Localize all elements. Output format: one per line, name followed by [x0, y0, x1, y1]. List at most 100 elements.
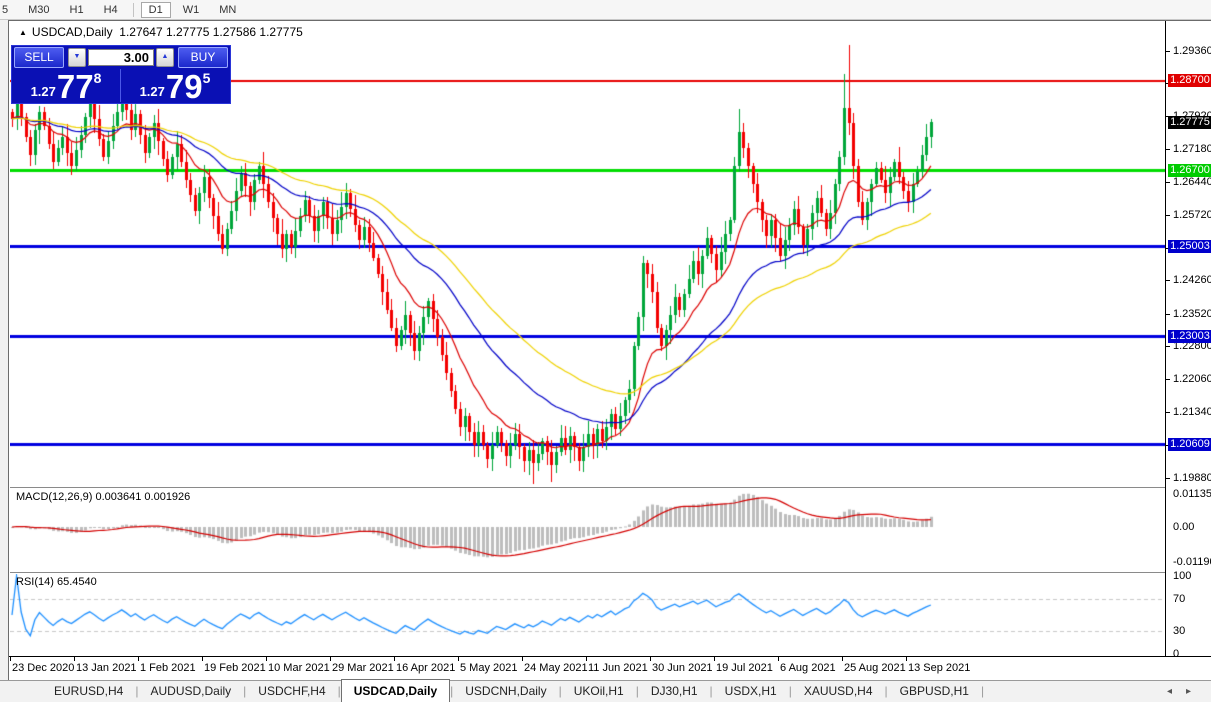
price-tick-mark [1166, 182, 1170, 184]
price-tick-mark [1166, 346, 1170, 348]
timeframe-button-w1[interactable]: W1 [175, 2, 208, 18]
chart-symbol-label: USDCAD,Daily [31, 25, 113, 39]
macd-pane: MACD(12,26,9) 0.003641 0.001926 [10, 487, 1165, 574]
chart-tab-usdchf[interactable]: USDCHF,H4 [246, 681, 337, 702]
price-tick-mark [1166, 214, 1170, 216]
date-label: 1 Feb 2021 [140, 662, 196, 674]
date-label: 13 Jan 2021 [76, 662, 137, 674]
date-label: 30 Jun 2021 [652, 662, 713, 674]
price-badge: 1.25003 [1168, 240, 1211, 254]
date-tick-mark [74, 657, 75, 661]
volume-input[interactable] [88, 49, 154, 66]
chart-tab-usdx[interactable]: USDX,H1 [713, 681, 789, 702]
date-tick-mark [650, 657, 651, 661]
date-tick-mark [266, 657, 267, 661]
macd-axis-label: -0.011904 [1173, 555, 1211, 568]
chart-tab-usdcad[interactable]: USDCAD,Daily [340, 679, 451, 702]
price-tick-label: 1.24260 [1173, 274, 1211, 287]
date-label: 10 Mar 2021 [268, 662, 330, 674]
date-tick-mark [586, 657, 587, 661]
scroll-right-icon[interactable]: ▸ [1186, 686, 1205, 697]
date-tick-mark [842, 657, 843, 661]
date-tick-mark [394, 657, 395, 661]
price-badge: 1.27775 [1168, 115, 1211, 129]
date-axis: 23 Dec 2020 13 Jan 2021 1 Feb 2021 19 Feb 2… [9, 656, 1211, 680]
macd-axis-label: 0.00 [1173, 521, 1195, 533]
buy-price-prefix: 1.27 [139, 84, 165, 99]
collapse-triangle-icon[interactable]: ▲ [19, 28, 27, 37]
price-tick-label: 1.25720 [1173, 208, 1211, 221]
toolbar-separator [132, 2, 134, 17]
macd-axis-label: 0.01135 [1173, 488, 1211, 500]
chart-tab-audusd[interactable]: AUDUSD,Daily [138, 681, 243, 702]
date-label: 24 May 2021 [524, 662, 588, 674]
buy-button[interactable]: BUY [178, 47, 228, 68]
sell-price-pip-digit: 8 [93, 70, 102, 86]
date-label: 23 Dec 2020 [12, 662, 75, 674]
price-tick-label: 1.21340 [1173, 405, 1211, 418]
rsi-axis-label: 30 [1173, 624, 1186, 637]
buy-price[interactable]: 1.27 79 5 [121, 69, 229, 103]
price-tick-mark [1166, 379, 1170, 381]
rsi-canvas[interactable] [10, 574, 1165, 657]
timeframe-toolbar: 5 M30 H1 H4 D1 W1 MN [0, 0, 1211, 20]
date-tick-mark [906, 657, 907, 661]
price-tick-mark [1166, 313, 1170, 315]
timeframe-button-h4[interactable]: H4 [96, 2, 126, 18]
date-label: 25 Aug 2021 [844, 662, 906, 674]
date-tick-mark [330, 657, 331, 661]
timeframe-button-mn[interactable]: MN [211, 2, 244, 18]
one-click-trading-panel: SELL ▼ ▲ BUY 1.27 77 8 1.27 79 5 [11, 45, 231, 104]
sell-button[interactable]: SELL [14, 47, 64, 68]
chart-tab-eurusd[interactable]: EURUSD,H4 [42, 681, 135, 702]
chart-tab-gbpusd[interactable]: GBPUSD,H1 [888, 681, 981, 702]
buy-price-pip-digit: 5 [202, 70, 211, 86]
chart-ohlc-values: 1.27647 1.27775 1.27586 1.27775 [119, 25, 303, 39]
spin-up-icon: ▲ [161, 53, 169, 60]
chart-title: ▲ USDCAD,Daily 1.27647 1.27775 1.27586 1.… [19, 25, 303, 39]
date-label: 29 Mar 2021 [332, 662, 394, 674]
chart-tab-ukoil[interactable]: UKOil,H1 [562, 681, 636, 702]
date-tick-mark [714, 657, 715, 661]
date-label: 5 May 2021 [460, 662, 518, 674]
chart-window: ▲ USDCAD,Daily 1.27647 1.27775 1.27586 1.… [8, 20, 1211, 680]
date-tick-mark [522, 657, 523, 661]
date-label: 19 Jul 2021 [716, 662, 773, 674]
date-tick-mark [10, 657, 11, 661]
date-label: 11 Jun 2021 [588, 662, 648, 674]
chart-tab-xauusd[interactable]: XAUUSD,H4 [792, 681, 885, 702]
chart-tab-dj30[interactable]: DJ30,H1 [639, 681, 710, 702]
scroll-left-icon[interactable]: ◂ [1167, 686, 1186, 697]
sell-price-big-digits: 77 [56, 68, 94, 105]
date-label: 16 Apr 2021 [396, 662, 456, 674]
rsi-pane: RSI(14) 65.4540 [10, 572, 1165, 657]
date-tick-mark [138, 657, 139, 661]
tab-scroll-arrows: ◂▸ [1167, 686, 1205, 697]
rsi-axis-label: 100 [1173, 570, 1192, 582]
sell-price-prefix: 1.27 [30, 84, 56, 99]
tab-separator: | [980, 684, 985, 698]
sell-price[interactable]: 1.27 77 8 [12, 68, 121, 105]
chart-tab-bar: EURUSD,H4 | AUDUSD,Daily | USDCHF,H4 | USDCAD,… [0, 679, 1211, 702]
rsi-label: RSI(14) 65.4540 [16, 576, 97, 588]
price-chart-canvas[interactable] [10, 41, 1165, 487]
price-tick-mark [1166, 280, 1170, 282]
date-label: 6 Aug 2021 [780, 662, 836, 674]
price-tick-mark [1166, 477, 1170, 479]
macd-label: MACD(12,26,9) 0.003641 0.001926 [16, 491, 191, 503]
price-badge: 1.20609 [1168, 438, 1211, 452]
date-label: 19 Feb 2021 [204, 662, 266, 674]
timeframe-button-d1[interactable]: D1 [140, 1, 171, 18]
timeframe-button-m30[interactable]: M30 [20, 2, 57, 18]
timeframe-button-h1[interactable]: H1 [62, 2, 92, 18]
volume-increase-button[interactable]: ▲ [156, 48, 174, 67]
price-tick-mark [1166, 411, 1170, 413]
timeframe-button-5[interactable]: 5 [0, 2, 16, 18]
date-label: 13 Sep 2021 [908, 662, 971, 674]
chart-tab-usdcnh[interactable]: USDCNH,Daily [453, 681, 558, 702]
date-tick-mark [778, 657, 779, 661]
price-tick-label: 1.26440 [1173, 176, 1211, 189]
price-tick-label: 1.19880 [1173, 471, 1211, 484]
price-tick-mark [1166, 149, 1170, 150]
volume-decrease-button[interactable]: ▼ [68, 48, 86, 67]
